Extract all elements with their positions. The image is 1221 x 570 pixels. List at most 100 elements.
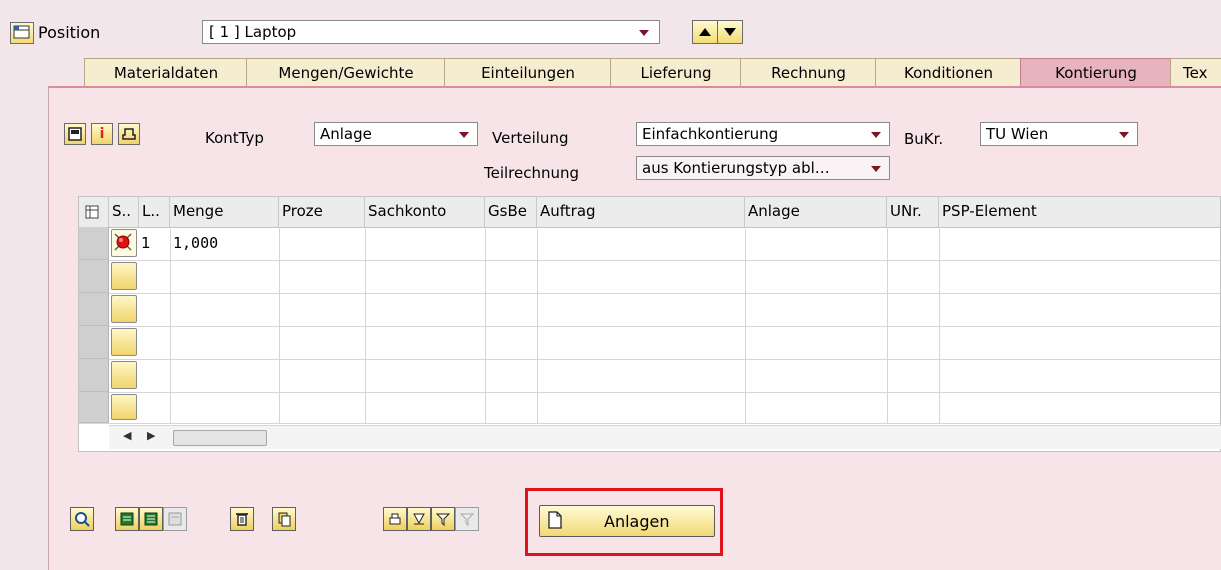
position-overview-icon[interactable] [10,22,34,44]
tab-label: Rechnung [771,64,846,82]
previous-position-button[interactable] [692,20,718,44]
column-line[interactable]: L.. [139,197,170,227]
table-settings-icon[interactable] [79,197,109,227]
account-assignment-table: S.. L.. Menge Proze Sachkonto GsBe Auftr… [78,196,1221,452]
row-selector[interactable] [79,326,109,359]
stamp-icon [122,128,136,140]
status-cell[interactable] [111,361,137,389]
delete-button[interactable] [230,507,254,531]
find-button[interactable] [70,507,94,531]
column-unr[interactable]: UNr. [887,197,939,227]
column-prozent[interactable]: Proze [279,197,365,227]
details-button[interactable] [118,123,140,145]
scroll-right-icon[interactable]: ▶ [147,429,155,442]
status-cell[interactable] [111,229,137,257]
add-line-button[interactable] [115,507,139,531]
tab-label: Konditionen [904,64,993,82]
row-selector[interactable] [79,260,109,293]
konttyp-select[interactable]: Anlage [314,122,478,146]
next-position-button[interactable] [717,20,743,44]
column-divider [365,227,366,423]
status-cell[interactable] [111,262,137,290]
column-anlage[interactable]: Anlage [745,197,887,227]
scrollbar-thumb[interactable] [173,430,267,446]
anlagen-button[interactable]: Anlagen [539,505,715,537]
delete-filter-button[interactable] [455,507,479,531]
trash-icon [236,513,248,526]
filter-button[interactable] [431,507,455,531]
tab-label: Kontierung [1055,64,1137,82]
column-divider [745,227,746,423]
overview-toggle-button[interactable] [64,123,86,145]
tab-mengen-gewichte[interactable]: Mengen/Gewichte [246,58,446,87]
split-icon [68,127,82,141]
teilrechnung-label: Teilrechnung [484,164,580,182]
column-auftrag[interactable]: Auftrag [537,197,745,227]
copy-line-button[interactable] [163,507,187,531]
row-selector[interactable] [79,392,109,423]
info-button[interactable]: i [91,123,113,145]
arrow-up-icon [699,28,711,36]
column-divider [939,227,940,423]
status-cell[interactable] [111,328,137,356]
sort-icon [413,513,425,525]
new-document-icon [548,511,562,529]
verteilung-value: Einfachkontierung [642,125,779,143]
teilrechnung-select[interactable]: aus Kontierungstyp abl… [636,156,890,180]
column-divider [887,227,888,423]
tab-konditionen[interactable]: Konditionen [875,58,1022,87]
column-sachkonto[interactable]: Sachkonto [365,197,485,227]
sort-button[interactable] [407,507,431,531]
horizontal-scrollbar[interactable]: ◀ ▶ [109,425,1221,449]
column-psp-element[interactable]: PSP-Element [939,197,1221,227]
column-status[interactable]: S.. [109,197,139,227]
position-select-value: [ 1 ] Laptop [209,23,297,41]
print-button[interactable] [383,507,407,531]
tab-label: Materialdaten [113,64,219,82]
table-header: S.. L.. Menge Proze Sachkonto GsBe Auftr… [79,197,1220,228]
menge-cell[interactable]: 1,000 [173,227,218,260]
konttyp-label: KontTyp [205,129,264,147]
table-row[interactable] [79,293,1220,327]
tab-label: Tex [1183,64,1208,82]
bukr-select[interactable]: TU Wien [980,122,1138,146]
status-cell[interactable] [111,394,137,420]
copy-row-icon [168,512,182,526]
tab-materialdaten[interactable]: Materialdaten [84,58,248,87]
tab-label: Lieferung [640,64,712,82]
verteilung-select[interactable]: Einfachkontierung [636,122,890,146]
tab-texte[interactable]: Tex [1170,58,1221,87]
error-status-icon [114,233,132,251]
scroll-left-icon[interactable]: ◀ [123,429,131,442]
table-row[interactable] [79,326,1220,360]
copy-button[interactable] [272,507,296,531]
table-row[interactable] [79,260,1220,294]
table-row[interactable] [79,392,1220,424]
column-menge[interactable]: Menge [170,197,279,227]
bukr-value: TU Wien [986,125,1049,143]
column-gsbe[interactable]: GsBe [485,197,537,227]
position-label: Position [38,23,101,42]
column-divider [279,227,280,423]
column-divider [170,227,171,423]
verteilung-label: Verteilung [492,129,569,147]
anlagen-button-label: Anlagen [604,512,670,531]
row-selector[interactable] [79,293,109,326]
insert-line-button[interactable] [139,507,163,531]
chevron-down-icon [639,30,649,36]
tab-lieferung[interactable]: Lieferung [610,58,742,87]
tab-rechnung[interactable]: Rechnung [740,58,877,87]
arrow-down-icon [724,28,736,36]
status-cell[interactable] [111,295,137,323]
tab-einteilungen[interactable]: Einteilungen [444,58,612,87]
row-selector[interactable] [79,359,109,392]
insert-row-icon [120,512,134,526]
position-select[interactable]: [ 1 ] Laptop [202,20,660,44]
table-row[interactable] [79,359,1220,393]
chevron-down-icon [459,132,469,138]
konttyp-value: Anlage [320,125,372,143]
table-row[interactable]: 1 1,000 [79,227,1220,261]
bukr-label: BuKr. [904,130,944,148]
row-selector[interactable] [79,227,109,260]
tab-kontierung[interactable]: Kontierung [1020,58,1172,87]
